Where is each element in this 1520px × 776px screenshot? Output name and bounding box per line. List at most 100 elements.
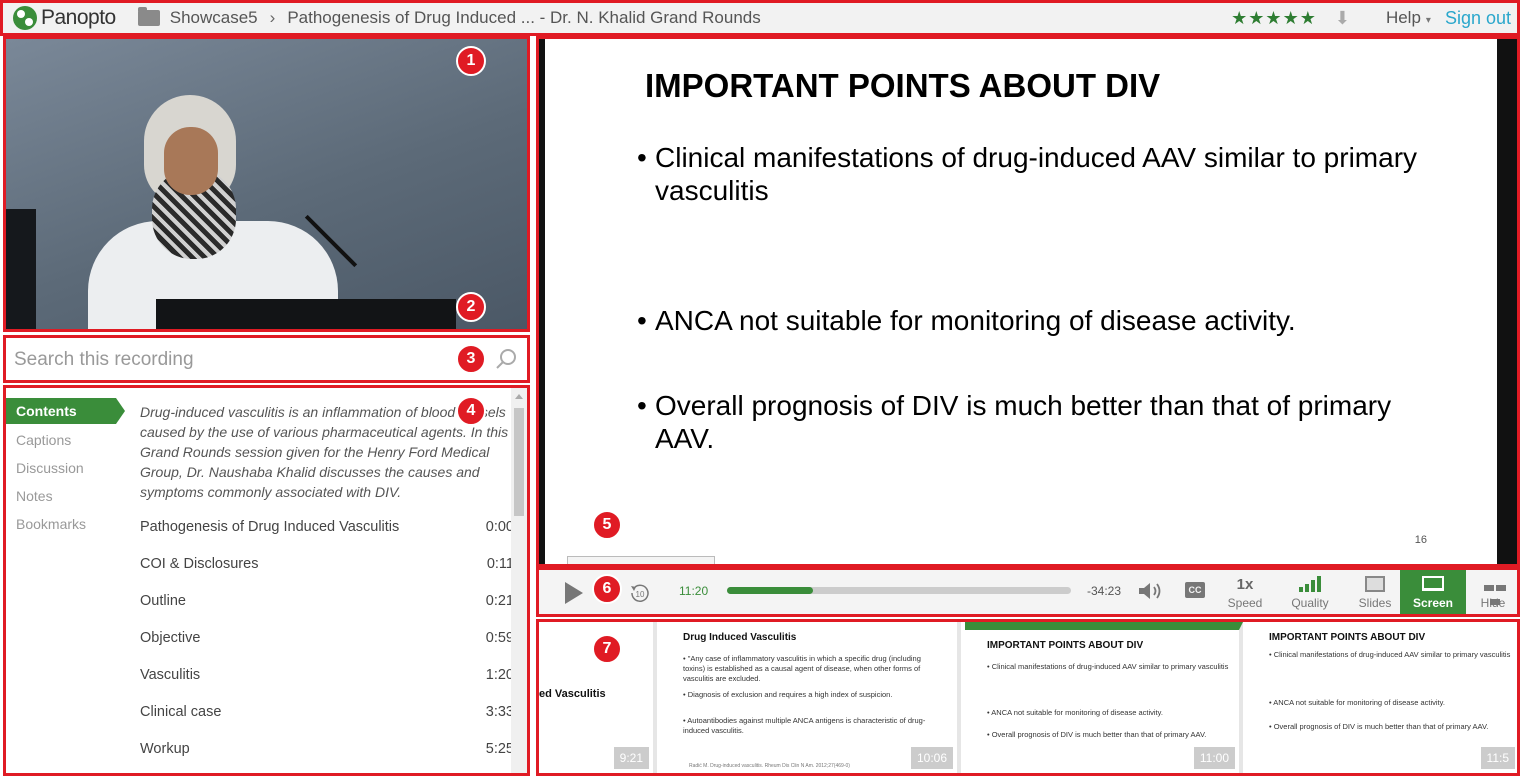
slide-page-number: 16 <box>1414 534 1427 546</box>
podium <box>156 299 456 329</box>
slide-title: IMPORTANT POINTS ABOUT DIV <box>645 67 1161 104</box>
hide-button[interactable]: Hide <box>1467 570 1519 614</box>
play-icon[interactable] <box>565 582 583 604</box>
annotation-badge-4: 4 <box>456 396 486 426</box>
video-player[interactable] <box>3 36 530 332</box>
chevron-right-icon: › <box>269 8 276 27</box>
thumbnail-footer: Radić M. Drug-induced vasculitis. Rheum … <box>689 763 850 769</box>
tab-contents[interactable]: Contents <box>6 398 125 424</box>
signal-bars-icon <box>1299 576 1323 592</box>
toc-item[interactable]: Objective 0:59 <box>140 625 514 662</box>
contents-panel: Contents Captions Discussion Notes Bookm… <box>3 385 530 776</box>
thumbnail-active[interactable]: IMPORTANT POINTS ABOUT DIV • Clinical ma… <box>965 622 1243 773</box>
elapsed-time: 11:20 <box>679 584 709 598</box>
tab-captions[interactable]: Captions <box>6 426 126 454</box>
quality-button[interactable]: Quality <box>1277 570 1343 614</box>
progress-fill <box>727 587 813 594</box>
toc-time: 0:21 <box>485 593 514 609</box>
sign-out-link[interactable]: Sign out <box>1445 8 1511 29</box>
image-icon <box>1365 576 1385 592</box>
session-title: Pathogenesis of Drug Induced ... - Dr. N… <box>287 8 761 27</box>
speed-button[interactable]: 1x Speed <box>1221 570 1269 614</box>
thumbnail-title: ed Vasculitis <box>539 688 606 700</box>
toc-title: Pathogenesis of Drug Induced Vasculitis <box>140 519 400 535</box>
slide-page: IMPORTANT POINTS ABOUT DIV • Clinical man… <box>545 39 1497 564</box>
download-icon[interactable]: ⬇ <box>1335 8 1350 29</box>
logo-text: Panopto <box>41 6 116 29</box>
session-description: Drug-induced vasculitis is an inflammati… <box>140 404 509 500</box>
star-rating[interactable]: ★★★★★ <box>1231 8 1317 29</box>
speaker-face <box>164 127 218 195</box>
help-menu[interactable]: Help ▾ <box>1386 8 1431 28</box>
screen-button[interactable]: Screen <box>1400 570 1466 614</box>
bullet-dot: • <box>637 390 647 421</box>
slide-viewer[interactable]: IMPORTANT POINTS ABOUT DIV • Clinical man… <box>536 36 1520 567</box>
thumbnail-line: • Diagnosis of exclusion and requires a … <box>683 690 893 699</box>
slide-footer <box>567 556 715 564</box>
thumbnail-time: 11:5 <box>1480 747 1515 769</box>
thumbnail-title: IMPORTANT POINTS ABOUT DIV <box>987 640 1144 651</box>
speed-value: 1x <box>1236 576 1254 593</box>
toc-title: Vasculitis <box>140 667 201 683</box>
rewind-10-icon[interactable]: 10 <box>629 582 651 604</box>
slide-bullet: • Overall prognosis of DIV is much better… <box>637 389 1417 455</box>
thumbnail-time: 11:00 <box>1193 747 1235 769</box>
search-icon[interactable] <box>495 348 517 370</box>
thumbnail[interactable]: Drug Induced Vasculitis • "Any case of i… <box>661 622 961 773</box>
search-input[interactable] <box>14 346 444 374</box>
thumbnail-time: 9:21 <box>613 747 649 769</box>
annotation-badge-7: 7 <box>592 634 622 664</box>
table-of-contents: Pathogenesis of Drug Induced Vasculitis 0… <box>140 514 514 773</box>
toc-title: Clinical case <box>140 704 222 720</box>
slides-label: Slides <box>1358 596 1392 610</box>
top-bar: Panopto Showcase5 › Pathogenesis of Drug… <box>0 0 1520 36</box>
hide-icon <box>1479 580 1513 605</box>
toc-time: 0:00 <box>485 519 514 535</box>
toc-item[interactable]: Outline 0:21 <box>140 588 514 625</box>
slide-bullet: • Clinical manifestations of drug-induced… <box>637 141 1417 207</box>
tab-notes[interactable]: Notes <box>6 482 126 510</box>
screen-label: Screen <box>1412 596 1454 610</box>
contents-scrollbar[interactable] <box>511 388 527 773</box>
toc-time: 0:11 <box>486 556 514 572</box>
annotation-badge-1: 1 <box>456 46 486 76</box>
toc-item[interactable]: Pathogenesis of Drug Induced Vasculitis 0… <box>140 514 514 551</box>
scroll-thumb[interactable] <box>514 408 524 516</box>
speed-label: Speed <box>1227 596 1263 610</box>
slide-thumbnails: ed Vasculitis 9:21 Drug Induced Vasculit… <box>536 619 1520 776</box>
toc-title: Outline <box>140 593 186 609</box>
thumbnail-title: IMPORTANT POINTS ABOUT DIV <box>1269 632 1426 643</box>
panopto-logo[interactable]: Panopto <box>13 6 116 30</box>
scroll-up-arrow-icon[interactable] <box>515 394 523 399</box>
thumbnail-line: • Overall prognosis of DIV is much bette… <box>1269 722 1489 731</box>
slide-bullet: • ANCA not suitable for monitoring of dis… <box>637 304 1417 337</box>
toc-item[interactable]: Vasculitis 1:20 <box>140 662 514 699</box>
tab-discussion[interactable]: Discussion <box>6 454 126 482</box>
thumbnail-line: • ANCA not suitable for monitoring of di… <box>987 708 1163 717</box>
quality-label: Quality <box>1291 596 1329 610</box>
toc-time: 0:59 <box>485 630 514 646</box>
slides-button[interactable]: Slides <box>1347 570 1403 614</box>
toc-item[interactable]: COI & Disclosures 0:11 <box>140 551 514 588</box>
top-right-actions: ★★★★★ ⬇ Help ▾ Sign out <box>1231 8 1517 29</box>
toc-time: 5:25 <box>485 741 514 757</box>
toc-item[interactable]: Workup 5:25 <box>140 736 514 773</box>
remaining-time: -34:23 <box>1087 584 1122 598</box>
toc-time: 3:33 <box>485 704 514 720</box>
panopto-logo-icon <box>13 6 37 30</box>
monitor-icon <box>1422 576 1444 591</box>
breadcrumb-folder[interactable]: Showcase5 <box>170 8 258 28</box>
thumbnail[interactable]: IMPORTANT POINTS ABOUT DIV • Clinical ma… <box>1247 622 1517 773</box>
search-bar <box>3 335 530 383</box>
volume-icon[interactable] <box>1137 580 1163 602</box>
captions-icon[interactable]: CC <box>1185 582 1205 598</box>
progress-bar[interactable] <box>727 587 1071 594</box>
side-nav: Contents Captions Discussion Notes Bookm… <box>6 398 126 538</box>
toc-title: Workup <box>140 741 190 757</box>
toc-item[interactable]: Clinical case 3:33 <box>140 699 514 736</box>
caret-down-icon: ▾ <box>1425 15 1431 26</box>
video-shadow <box>6 209 36 329</box>
bullet-text: Overall prognosis of DIV is much better … <box>655 390 1392 454</box>
tab-bookmarks[interactable]: Bookmarks <box>6 510 126 538</box>
folder-icon <box>137 7 160 26</box>
